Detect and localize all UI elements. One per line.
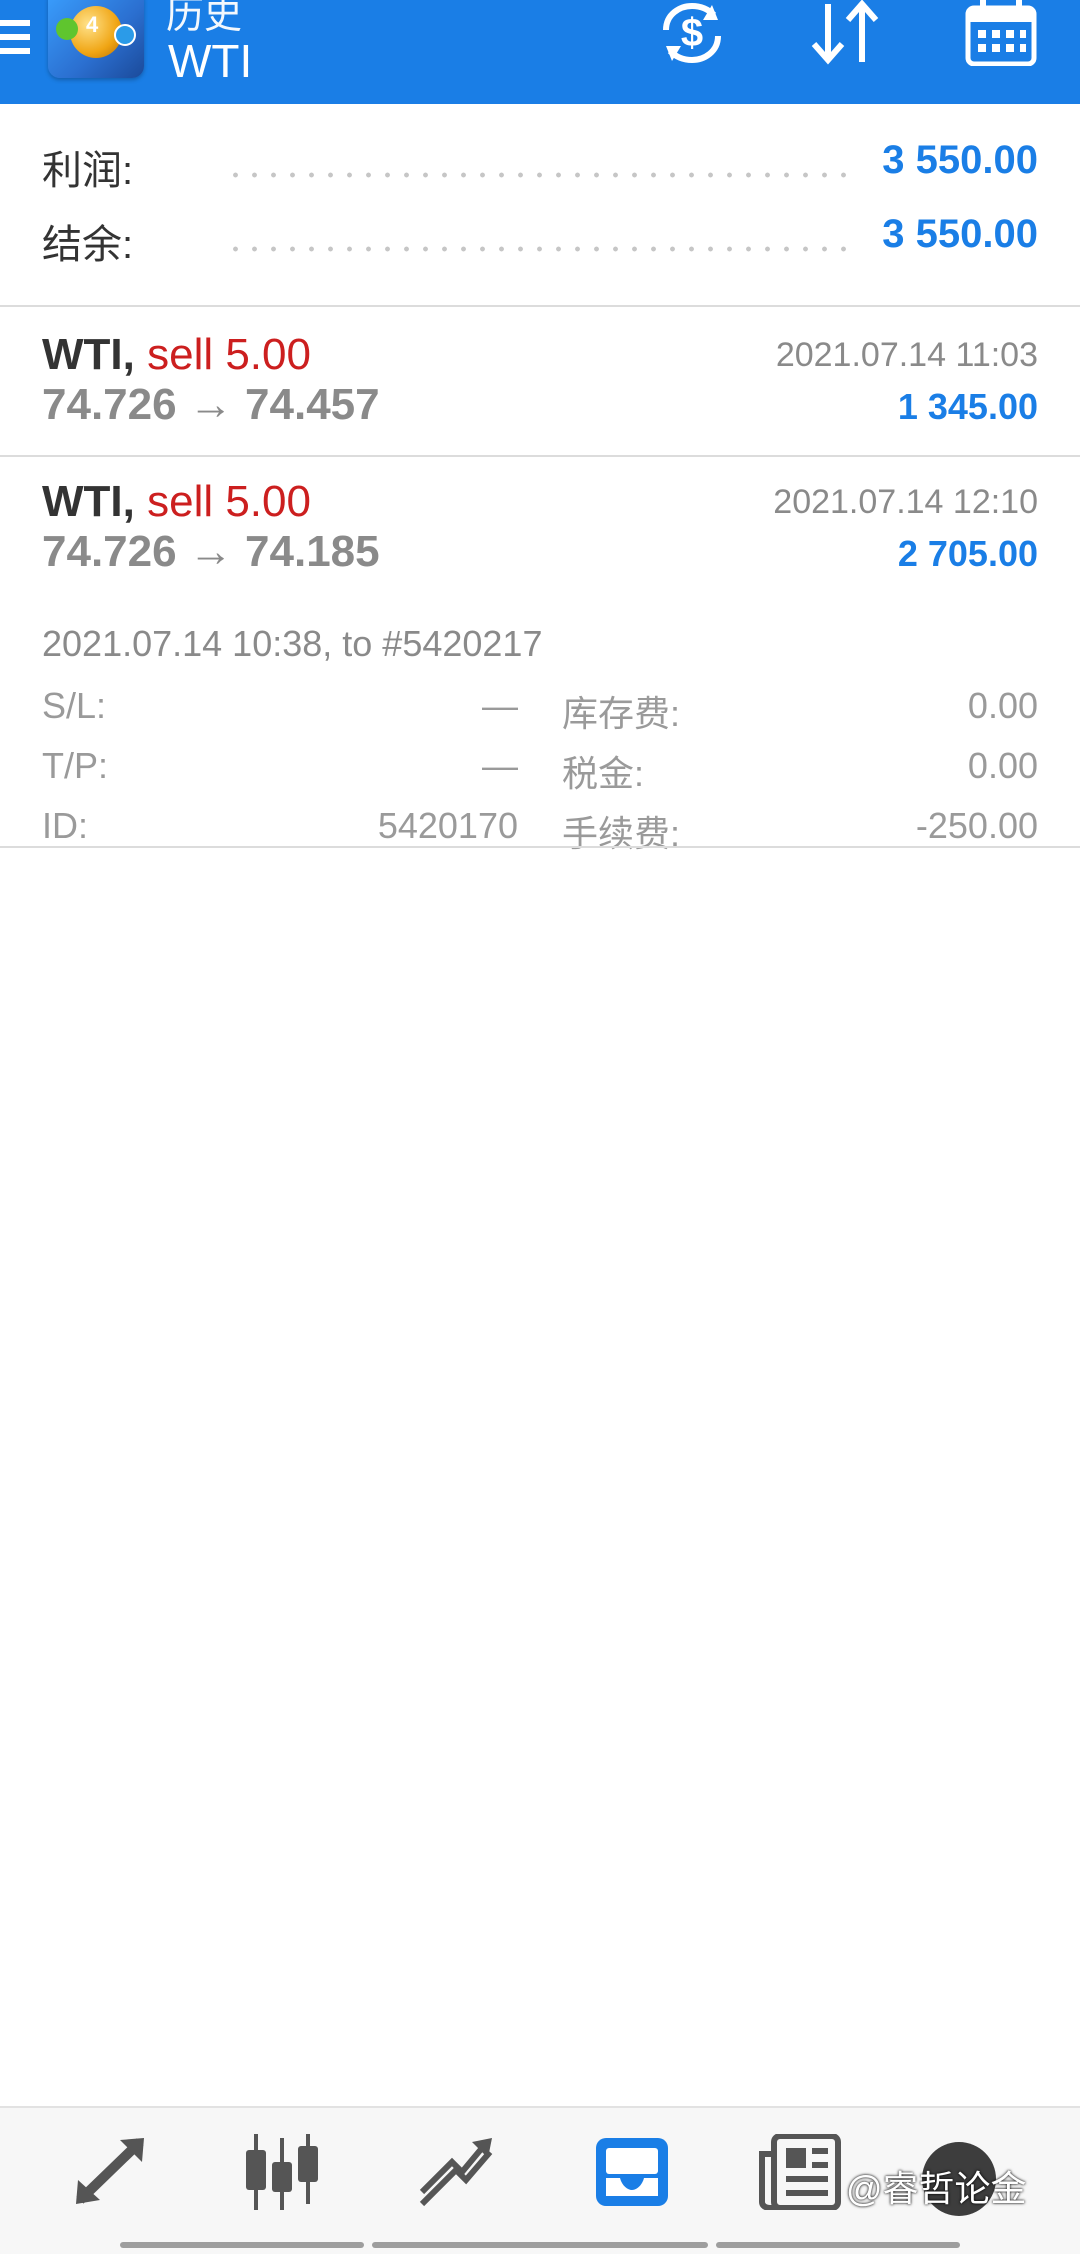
dotted-leader xyxy=(226,246,848,252)
watermark: @睿哲论金 xyxy=(846,2168,1027,2209)
divider xyxy=(0,455,1080,457)
sl-label: S/L: xyxy=(42,685,107,726)
deal-prices: 74.726 → 74.457 xyxy=(42,380,380,429)
app-bar: 4 历史 WTI $ xyxy=(0,0,1080,104)
swap-value: 0.00 xyxy=(967,685,1038,726)
balance-row: 结余: 3 550.00 xyxy=(42,212,1038,272)
deal-profit: 2 705.00 xyxy=(897,533,1038,574)
svg-text:$: $ xyxy=(681,11,703,55)
deal-open-info: 2021.07.14 10:38, to #5420217 xyxy=(42,623,543,664)
divider xyxy=(0,846,1080,848)
tp-label: T/P: xyxy=(42,745,109,786)
deal-symbol: WTI, sell 5.00 xyxy=(42,477,311,527)
profit-row: 利润: 3 550.00 xyxy=(42,138,1038,198)
deal-close-time: 2021.07.14 12:10 xyxy=(773,483,1038,521)
history-summary: 利润: 3 550.00 结余: 3 550.00 xyxy=(0,104,1080,306)
balance-label: 结余: xyxy=(42,223,134,267)
id-label: ID: xyxy=(42,805,89,846)
deal-symbol-text: WTI, xyxy=(42,477,135,526)
menu-icon[interactable] xyxy=(0,14,30,60)
chart-candles-icon[interactable] xyxy=(234,2134,330,2214)
news-icon[interactable] xyxy=(752,2134,848,2214)
calendar-icon[interactable] xyxy=(964,0,1040,66)
sort-icon[interactable] xyxy=(806,0,886,66)
divider xyxy=(0,305,1080,307)
deal-row-expanded[interactable]: WTI, sell 5.00 2021.07.14 12:10 74.726 →… xyxy=(0,477,1080,854)
nav-indicator-line xyxy=(372,2242,708,2248)
deal-close-time: 2021.07.14 11:03 xyxy=(775,336,1038,374)
commission-value: -250.00 xyxy=(915,805,1038,846)
deal-symbol-text: WTI, xyxy=(42,330,135,379)
deal-type: sell 5.00 xyxy=(147,330,311,379)
swap-label: 库存费: xyxy=(562,693,681,734)
tax-value: 0.00 xyxy=(967,745,1038,786)
deal-row[interactable]: WTI, sell 5.00 2021.07.14 11:03 74.726 →… xyxy=(0,330,1080,454)
nav-indicator-line xyxy=(716,2242,960,2248)
symbol-title: WTI xyxy=(168,35,253,87)
sl-value: — xyxy=(482,685,518,726)
profit-label: 利润: xyxy=(42,149,134,193)
tp-value: — xyxy=(482,745,518,786)
nav-indicator-line xyxy=(120,2242,364,2248)
balance-value: 3 550.00 xyxy=(882,212,1038,256)
deal-prices: 74.726 → 74.185 xyxy=(42,527,380,576)
currency-exchange-icon[interactable]: $ xyxy=(652,0,732,66)
deal-profit: 1 345.00 xyxy=(897,386,1038,427)
deal-type: sell 5.00 xyxy=(147,477,311,526)
deal-symbol: WTI, sell 5.00 xyxy=(42,330,311,380)
quotes-icon[interactable] xyxy=(62,2134,158,2214)
trade-icon[interactable] xyxy=(408,2134,504,2214)
tax-label: 税金: xyxy=(562,753,645,794)
dotted-leader xyxy=(226,172,848,178)
history-inbox-icon[interactable] xyxy=(584,2134,680,2214)
profit-value: 3 550.00 xyxy=(882,138,1038,182)
commission-label: 手续费: xyxy=(562,813,681,854)
id-value: 5420170 xyxy=(377,805,518,846)
metatrader-logo: 4 xyxy=(48,0,144,78)
